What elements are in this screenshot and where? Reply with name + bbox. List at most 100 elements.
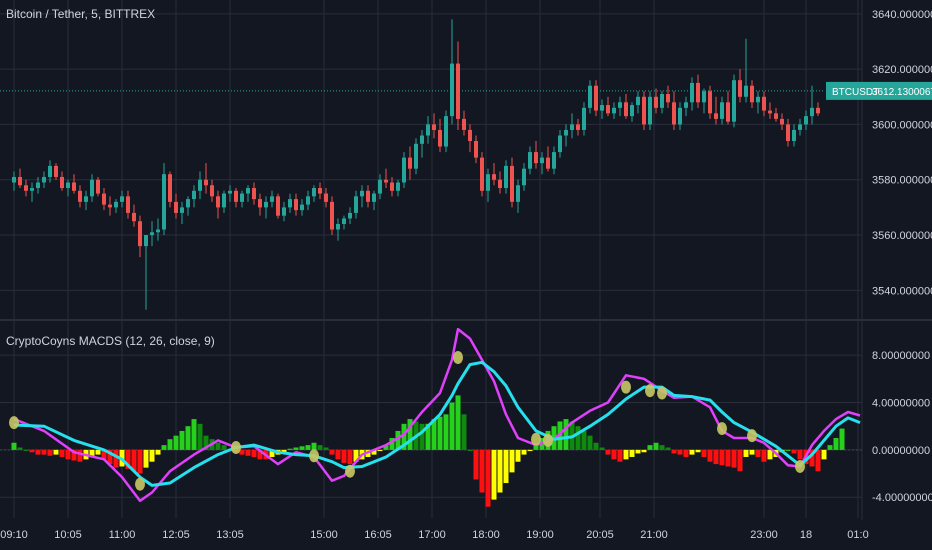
candle-body[interactable] <box>276 196 280 216</box>
candle-body[interactable] <box>552 152 556 169</box>
candle-body[interactable] <box>72 182 76 191</box>
candle-body[interactable] <box>624 102 628 117</box>
histogram-bar[interactable] <box>323 447 329 450</box>
candle-body[interactable] <box>246 188 250 194</box>
histogram-bar[interactable] <box>311 442 317 450</box>
candle-body[interactable] <box>774 113 778 119</box>
candle-body[interactable] <box>636 96 640 106</box>
candle-body[interactable] <box>186 199 190 208</box>
candle-body[interactable] <box>138 221 142 247</box>
histogram-bar[interactable] <box>65 449 71 460</box>
candle-body[interactable] <box>126 196 130 213</box>
histogram-bar[interactable] <box>59 449 65 457</box>
histogram-bar[interactable] <box>683 449 689 457</box>
candle-body[interactable] <box>618 102 622 108</box>
candle-body[interactable] <box>90 179 94 197</box>
histogram-bar[interactable] <box>461 414 467 450</box>
candle-body[interactable] <box>318 188 322 194</box>
candle-body[interactable] <box>798 124 802 130</box>
candle-body[interactable] <box>678 107 682 125</box>
histogram-bar[interactable] <box>17 447 23 450</box>
histogram-bar[interactable] <box>335 449 341 460</box>
candle-body[interactable] <box>474 141 478 158</box>
candle-body[interactable] <box>216 196 220 208</box>
candle-body[interactable] <box>288 199 292 208</box>
candle-body[interactable] <box>96 179 100 194</box>
candle-body[interactable] <box>612 107 616 114</box>
candle-body[interactable] <box>150 232 154 236</box>
histogram-bar[interactable] <box>719 449 725 466</box>
candle-body[interactable] <box>600 105 604 111</box>
candle-body[interactable] <box>654 96 658 108</box>
chart-canvas[interactable]: 09:10 10:05 11:00 12:05 13:05 15:00 16:05 17:00… <box>0 0 932 550</box>
candle-body[interactable] <box>198 179 202 191</box>
candle-body[interactable] <box>204 179 208 186</box>
candle-body[interactable] <box>468 129 472 142</box>
candle-body[interactable] <box>720 102 724 119</box>
histogram-bar[interactable] <box>623 449 629 460</box>
histogram-bar[interactable] <box>251 449 257 457</box>
candle-body[interactable] <box>522 168 526 186</box>
histogram-bar[interactable] <box>485 449 491 507</box>
candle-body[interactable] <box>672 102 676 125</box>
histogram-bar[interactable] <box>149 449 155 462</box>
histogram-bar[interactable] <box>797 449 803 460</box>
histogram-bar[interactable] <box>785 449 791 451</box>
histogram-bar[interactable] <box>635 449 641 454</box>
candle-body[interactable] <box>642 96 646 125</box>
candle-body[interactable] <box>546 157 550 169</box>
candle-body[interactable] <box>558 135 562 153</box>
histogram-bar[interactable] <box>761 449 767 462</box>
candle-body[interactable] <box>588 85 592 108</box>
histogram-bar[interactable] <box>95 449 101 455</box>
candle-body[interactable] <box>780 118 784 125</box>
candle-body[interactable] <box>594 85 598 111</box>
candle-body[interactable] <box>792 129 796 142</box>
histogram-bar[interactable] <box>653 442 659 450</box>
histogram-bar[interactable] <box>467 449 473 451</box>
histogram-bar[interactable] <box>317 445 323 450</box>
candle-body[interactable] <box>264 201 268 208</box>
histogram-bar[interactable] <box>47 449 53 456</box>
histogram-bar[interactable] <box>503 449 509 484</box>
candle-body[interactable] <box>36 182 40 189</box>
histogram-bar[interactable] <box>287 448 293 450</box>
candle-body[interactable] <box>504 165 508 189</box>
candle-body[interactable] <box>648 96 652 125</box>
candle-body[interactable] <box>282 207 286 216</box>
candle-body[interactable] <box>174 201 178 213</box>
histogram-bar[interactable] <box>695 449 701 453</box>
histogram-bar[interactable] <box>563 419 569 450</box>
histogram-bar[interactable] <box>599 447 605 450</box>
candle-body[interactable] <box>450 63 454 117</box>
candle-body[interactable] <box>66 182 70 189</box>
candle-body[interactable] <box>324 193 328 202</box>
histogram-bar[interactable] <box>527 449 533 452</box>
histogram-bar[interactable] <box>35 449 41 455</box>
candle-body[interactable] <box>120 196 124 202</box>
histogram-bar[interactable] <box>659 445 665 450</box>
candle-body[interactable] <box>12 176 16 183</box>
histogram-bar[interactable] <box>305 445 311 450</box>
histogram-bar[interactable] <box>749 449 755 455</box>
candle-body[interactable] <box>708 91 712 114</box>
candle-body[interactable] <box>684 102 688 108</box>
histogram-bar[interactable] <box>515 449 521 462</box>
candle-body[interactable] <box>696 82 700 103</box>
candle-body[interactable] <box>342 218 346 224</box>
histogram-bar[interactable] <box>293 447 299 450</box>
histogram-bar[interactable] <box>611 449 617 460</box>
candle-body[interactable] <box>222 193 226 208</box>
candle-body[interactable] <box>84 196 88 202</box>
candle-body[interactable] <box>786 124 790 142</box>
histogram-bar[interactable] <box>743 449 749 457</box>
histogram-bar[interactable] <box>713 449 719 465</box>
candle-body[interactable] <box>372 193 376 202</box>
candle-body[interactable] <box>414 143 418 169</box>
candle-body[interactable] <box>462 118 466 130</box>
histogram-bar[interactable] <box>29 449 35 453</box>
histogram-bar[interactable] <box>629 449 635 457</box>
histogram-bar[interactable] <box>437 416 443 450</box>
histogram-bar[interactable] <box>689 449 695 455</box>
histogram-bar[interactable] <box>509 449 515 473</box>
